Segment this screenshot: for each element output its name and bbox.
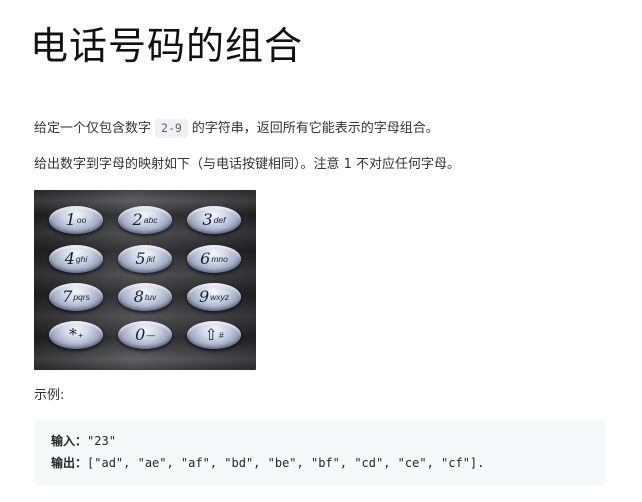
key-6: 6 mno xyxy=(187,245,241,273)
key-hash: ⇧ # xyxy=(187,321,241,349)
key-digit: 9 xyxy=(198,287,210,306)
key-digit: 5 xyxy=(135,249,146,268)
key-digit: 6 xyxy=(200,249,211,268)
key-letters: tuv xyxy=(144,292,157,302)
description-text-after: 的字符串，返回所有它能表示的字母组合。 xyxy=(191,121,439,136)
key-digit: 7 xyxy=(62,287,73,306)
input-label: 输入： xyxy=(51,434,88,448)
phone-keypad-image: 1 oo 2 abc 3 def 4 ghi 5 jkl 6 mno 7 pqrs 8 tuv … xyxy=(34,190,256,370)
key-letters: abc xyxy=(143,215,158,225)
key-3: 3 def xyxy=(187,206,241,234)
key-0: 0— xyxy=(118,321,172,349)
key-letters: pqrs xyxy=(73,292,90,302)
key-digit: ⇧ xyxy=(204,325,218,344)
input-value: "23" xyxy=(87,434,116,448)
key-letters: oo xyxy=(76,215,87,225)
key-star: * + xyxy=(49,321,103,349)
key-letters: ghi xyxy=(75,254,88,264)
key-8: 8 tuv xyxy=(118,283,172,311)
output-label: 输出： xyxy=(51,456,88,470)
key-9: 9 wxyz xyxy=(187,283,241,311)
key-digit: 1 xyxy=(65,210,76,229)
problem-page: 电话号码的组合 给定一个仅包含数字 2-9 的字符串，返回所有它能表示的字母组合。 … xyxy=(0,0,642,502)
page-title: 电话号码的组合 xyxy=(30,24,304,68)
description-line-1: 给定一个仅包含数字 2-9 的字符串，返回所有它能表示的字母组合。 xyxy=(34,119,439,139)
description-text-before: 给定一个仅包含数字 xyxy=(34,121,152,136)
key-letters: jkl xyxy=(146,254,155,264)
key-letters: # xyxy=(218,330,224,340)
key-letters: — xyxy=(146,330,155,340)
key-digit: * xyxy=(69,325,78,344)
output-value: ["ad", "ae", "af", "bd", "be", "bf", "cd… xyxy=(87,456,485,470)
key-digit: 0 xyxy=(135,325,146,344)
example-heading: 示例: xyxy=(34,388,65,403)
key-2: 2 abc xyxy=(118,206,172,234)
example-output-line: 输出：["ad", "ae", "af", "bd", "be", "bf", … xyxy=(51,454,484,472)
key-5: 5 jkl xyxy=(118,245,172,273)
key-1: 1 oo xyxy=(49,206,103,234)
key-letters: def xyxy=(213,215,226,225)
key-digit: 8 xyxy=(133,287,144,306)
key-letters: wxyz xyxy=(210,292,230,302)
key-7: 7 pqrs xyxy=(49,283,103,311)
description-line-2: 给出数字到字母的映射如下（与电话按键相同）。注意 1 不对应任何字母。 xyxy=(34,157,461,172)
example-code-block: 输入："23" 输出：["ad", "ae", "af", "bd", "be"… xyxy=(34,420,606,486)
key-letters: mno xyxy=(211,254,228,264)
inline-code-digits: 2-9 xyxy=(155,119,188,138)
example-input-line: 输入："23" xyxy=(51,432,116,450)
key-digit: 3 xyxy=(202,210,213,229)
key-digit: 4 xyxy=(64,249,75,268)
key-digit: 2 xyxy=(132,210,143,229)
key-4: 4 ghi xyxy=(49,245,103,273)
key-letters: + xyxy=(78,330,83,340)
